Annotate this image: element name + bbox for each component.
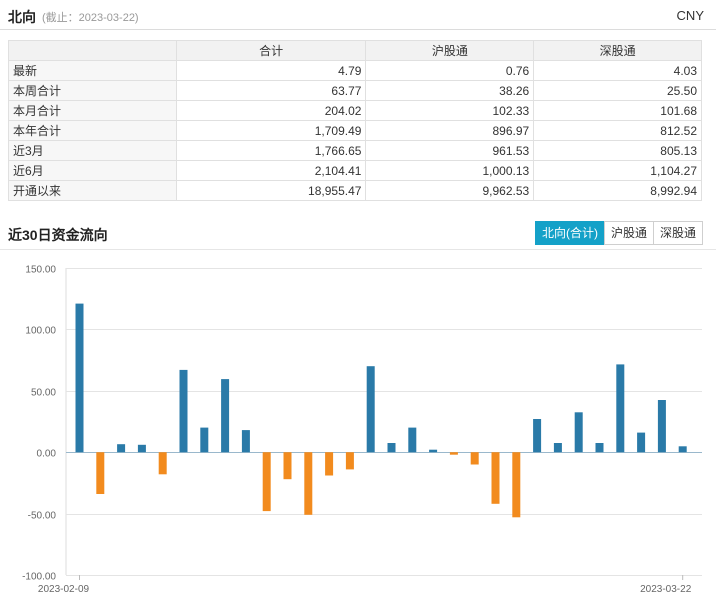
y-tick-label: 50.00 — [31, 388, 56, 399]
tab-shanghai-connect[interactable]: 沪股通 — [603, 221, 654, 245]
y-tick-label: 100.00 — [25, 326, 56, 337]
bar — [574, 412, 583, 453]
bar — [304, 452, 313, 515]
bar — [616, 364, 625, 453]
table-row: 开通以来 18,955.47 9,962.53 8,992.94 — [8, 180, 702, 201]
row-label: 最新 — [8, 60, 177, 81]
flow-tabs: 北向(合计) 沪股通 深股通 — [534, 221, 703, 245]
bar — [491, 452, 500, 504]
cell-shenzhen: 812.52 — [533, 120, 702, 141]
bar — [470, 452, 479, 465]
cell-total: 1,709.49 — [175, 120, 367, 141]
cell-shanghai: 38.26 — [365, 80, 535, 101]
bar — [533, 419, 542, 453]
bar — [241, 430, 250, 453]
bar — [366, 366, 375, 453]
bar — [200, 427, 209, 453]
cell-shanghai: 896.97 — [365, 120, 535, 141]
y-tick-label: 150.00 — [25, 265, 56, 276]
net-flow-bar-chart: 150.00100.0050.000.00-50.00-100.002023-0… — [22, 265, 702, 595]
y-tick-label: -50.00 — [28, 511, 57, 522]
bar — [283, 452, 292, 480]
cell-shanghai: 0.76 — [365, 60, 535, 81]
cell-shanghai: 9,962.53 — [365, 180, 535, 201]
bar — [75, 303, 84, 453]
flow-section-title: 近30日资金流向 — [8, 227, 108, 243]
cell-shanghai: 961.53 — [365, 140, 535, 161]
cell-shenzhen: 25.50 — [533, 80, 702, 101]
table-row: 近3月 1,766.65 961.53 805.13 — [8, 140, 702, 161]
cell-total: 63.77 — [175, 80, 367, 101]
bar — [429, 449, 438, 453]
column-header: 沪股通 — [365, 40, 535, 61]
row-label: 近6月 — [8, 160, 177, 181]
cell-total: 4.79 — [175, 60, 367, 81]
bar — [179, 369, 188, 453]
column-header: 深股通 — [533, 40, 702, 61]
column-header — [8, 40, 177, 61]
cell-total: 18,955.47 — [175, 180, 367, 201]
bar — [387, 443, 396, 453]
cell-shenzhen: 8,992.94 — [533, 180, 702, 201]
row-label: 开通以来 — [8, 180, 177, 201]
bar — [117, 444, 126, 453]
cell-shanghai: 1,000.13 — [365, 160, 535, 181]
x-tick-label: 2023-02-09 — [38, 584, 90, 595]
tab-shenzhen-connect[interactable]: 深股通 — [652, 221, 703, 245]
y-tick-label: 0.00 — [37, 449, 57, 460]
page-header: 北向 (截止：2023-03-22) CNY — [0, 0, 716, 30]
table-header-row: 合计 沪股通 深股通 — [8, 40, 702, 61]
as-of-date: (截止：2023-03-22) — [42, 12, 139, 24]
bar — [158, 452, 167, 475]
currency-label: CNY — [676, 8, 704, 23]
table-row: 最新 4.79 0.76 4.03 — [8, 60, 702, 81]
row-label: 本周合计 — [8, 80, 177, 101]
table-row: 近6月 2,104.41 1,000.13 1,104.27 — [8, 160, 702, 181]
row-label: 本年合计 — [8, 120, 177, 141]
table-row: 本年合计 1,709.49 896.97 812.52 — [8, 120, 702, 141]
table-row: 本月合计 204.02 102.33 101.68 — [8, 100, 702, 121]
cell-shenzhen: 4.03 — [533, 60, 702, 81]
cell-shenzhen: 1,104.27 — [533, 160, 702, 181]
bar — [553, 443, 562, 453]
bar — [678, 446, 687, 453]
cell-total: 1,766.65 — [175, 140, 367, 161]
bar — [595, 443, 604, 453]
page-title: 北向 — [8, 9, 36, 25]
bar — [408, 427, 417, 453]
summary-table: 合计 沪股通 深股通 最新 4.79 0.76 4.03 本周合计 63.77 … — [8, 40, 702, 201]
bar — [512, 452, 521, 518]
tab-northbound-total[interactable]: 北向(合计) — [534, 221, 605, 245]
cell-shenzhen: 101.68 — [533, 100, 702, 121]
x-tick-label: 2023-03-22 — [640, 584, 692, 595]
bar — [657, 400, 666, 453]
column-header: 合计 — [175, 40, 367, 61]
bar — [262, 452, 271, 512]
bar — [137, 444, 146, 453]
cell-shenzhen: 805.13 — [533, 140, 702, 161]
bar — [325, 452, 334, 476]
y-tick-label: -100.00 — [22, 572, 56, 583]
bar — [449, 452, 458, 455]
bar — [345, 452, 354, 470]
table-row: 本周合计 63.77 38.26 25.50 — [8, 80, 702, 101]
bar — [221, 379, 230, 453]
cell-shanghai: 102.33 — [365, 100, 535, 121]
bar — [96, 452, 105, 494]
row-label: 本月合计 — [8, 100, 177, 121]
cell-total: 204.02 — [175, 100, 367, 121]
row-label: 近3月 — [8, 140, 177, 161]
cell-total: 2,104.41 — [175, 160, 367, 181]
bar — [637, 432, 646, 453]
